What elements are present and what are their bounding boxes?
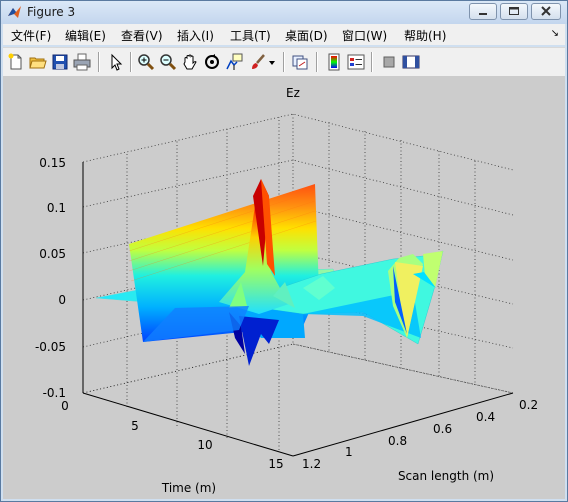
scan-tick-label: 0.8 bbox=[388, 434, 407, 448]
link-plot-icon[interactable] bbox=[291, 53, 309, 71]
rotate-3d-icon[interactable] bbox=[203, 53, 221, 71]
new-figure-icon[interactable] bbox=[7, 53, 25, 71]
zoom-in-icon[interactable] bbox=[137, 53, 155, 71]
menu-help[interactable]: 帮助(H) bbox=[404, 27, 446, 44]
surface-plot[interactable]: Ez 0.15 0.1 0.05 0 -0.05 -0.1 0 5 10 15 … bbox=[3, 76, 565, 499]
time-tick-label: 10 bbox=[197, 438, 212, 452]
z-tick-label: -0.05 bbox=[35, 340, 66, 354]
figure-canvas[interactable]: Ez 0.15 0.1 0.05 0 -0.05 -0.1 0 5 10 15 … bbox=[3, 76, 565, 499]
z-tick-label: 0.1 bbox=[47, 201, 66, 215]
brush-icon[interactable] bbox=[249, 53, 267, 71]
title-bar[interactable]: Figure 3 bbox=[1, 1, 567, 24]
save-icon[interactable] bbox=[51, 53, 69, 71]
menu-view[interactable]: 查看(V) bbox=[121, 27, 163, 44]
toolbar-separator bbox=[98, 52, 100, 72]
menu-bar: 文件(F) 编辑(E) 查看(V) 插入(I) 工具(T) 桌面(D) 窗口(W… bbox=[3, 24, 565, 45]
toolbar-separator bbox=[283, 52, 285, 72]
toolbar-separator bbox=[130, 52, 132, 72]
zoom-out-icon[interactable] bbox=[159, 53, 177, 71]
minimize-button[interactable] bbox=[469, 3, 497, 20]
time-tick-label: 15 bbox=[268, 457, 283, 471]
close-button[interactable] bbox=[531, 3, 561, 20]
hide-plot-tools-icon[interactable] bbox=[380, 53, 398, 71]
colorbar-icon[interactable] bbox=[325, 53, 343, 71]
scan-tick-label: 0.4 bbox=[476, 410, 495, 424]
time-axis-ticks: 0 5 10 15 bbox=[61, 399, 283, 471]
scan-tick-label: 1 bbox=[345, 445, 353, 459]
show-plot-tools-icon[interactable] bbox=[402, 53, 420, 71]
data-cursor-icon[interactable] bbox=[225, 53, 243, 71]
plot-title: Ez bbox=[286, 86, 300, 100]
time-tick-label: 5 bbox=[131, 419, 139, 433]
menu-edit[interactable]: 编辑(E) bbox=[65, 27, 106, 44]
scan-axis-label: Scan length (m) bbox=[398, 469, 494, 483]
scan-axis-ticks: 1.2 1 0.8 0.6 0.4 0.2 bbox=[302, 398, 538, 471]
toolbar-separator bbox=[371, 52, 373, 72]
maximize-icon bbox=[509, 7, 519, 15]
scan-tick-label: 1.2 bbox=[302, 457, 321, 471]
z-tick-label: 0.15 bbox=[39, 156, 66, 170]
brush-dropdown-icon[interactable] bbox=[267, 53, 277, 71]
z-axis-ticks: 0.15 0.1 0.05 0 -0.05 -0.1 bbox=[35, 156, 66, 400]
print-icon[interactable] bbox=[73, 53, 91, 71]
menu-dock-arrow-icon[interactable]: ↘ bbox=[551, 28, 559, 39]
menu-file[interactable]: 文件(F) bbox=[11, 27, 51, 44]
close-icon bbox=[541, 6, 551, 16]
maximize-button[interactable] bbox=[500, 3, 528, 20]
toolbar-separator bbox=[316, 52, 318, 72]
pointer-icon[interactable] bbox=[107, 53, 125, 71]
menu-desktop[interactable]: 桌面(D) bbox=[285, 27, 328, 44]
z-tick-label: 0.05 bbox=[39, 247, 66, 261]
figure-window: Figure 3 文件(F) 编辑(E) 查看(V) 插入(I) 工具(T) 桌… bbox=[0, 0, 568, 502]
ez-surface bbox=[95, 179, 444, 366]
menu-window[interactable]: 窗口(W) bbox=[342, 27, 387, 44]
pan-hand-icon[interactable] bbox=[181, 53, 199, 71]
time-tick-label: 0 bbox=[61, 399, 69, 413]
open-file-icon[interactable] bbox=[29, 53, 47, 71]
legend-icon[interactable] bbox=[347, 53, 365, 71]
figure-toolbar bbox=[3, 47, 565, 77]
menu-insert[interactable]: 插入(I) bbox=[177, 27, 214, 44]
z-tick-label: 0 bbox=[58, 293, 66, 307]
matlab-logo-icon bbox=[8, 6, 21, 18]
time-axis-label: Time (m) bbox=[161, 481, 216, 495]
scan-tick-label: 0.2 bbox=[519, 398, 538, 412]
menu-tools[interactable]: 工具(T) bbox=[230, 27, 271, 44]
minimize-icon bbox=[479, 13, 487, 15]
scan-tick-label: 0.6 bbox=[433, 422, 452, 436]
window-title: Figure 3 bbox=[27, 5, 76, 19]
z-tick-label: -0.1 bbox=[43, 386, 66, 400]
